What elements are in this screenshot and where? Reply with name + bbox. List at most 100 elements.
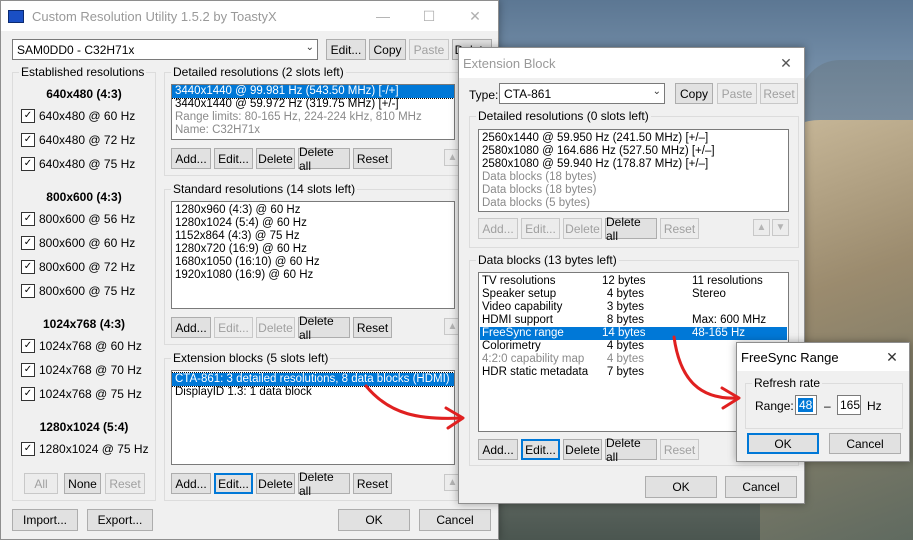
data-block-size: 7 bytes <box>606 366 644 378</box>
established-resolution-checkbox[interactable]: ✓ 800x600 @ 56 Hz <box>21 212 135 226</box>
ext-paste-button[interactable]: Paste <box>717 83 757 104</box>
ext-copy-button[interactable]: Copy <box>675 83 713 104</box>
list-item[interactable]: Data blocks (5 bytes) <box>479 197 788 210</box>
standard-reset-button[interactable]: Reset <box>353 317 392 338</box>
list-item[interactable]: 2580x1080 @ 59.940 Hz (178.87 MHz) [+/–] <box>479 158 788 171</box>
list-item[interactable]: Range limits: 80-165 Hz, 224-224 kHz, 81… <box>172 111 454 124</box>
ext-detailed-add-button[interactable]: Add... <box>478 218 518 239</box>
main-ok-button[interactable]: OK <box>338 509 410 531</box>
ext-cancel-button[interactable]: Cancel <box>725 476 797 498</box>
extension-blocks-list[interactable]: CTA-861: 3 detailed resolutions, 8 data … <box>171 370 455 465</box>
close-button[interactable]: ✕ <box>452 1 498 31</box>
established-all-button[interactable]: All <box>24 473 58 494</box>
detailed-delete-button[interactable]: Delete <box>256 148 295 169</box>
established-resolution-checkbox[interactable]: ✓ 640x480 @ 60 Hz <box>21 109 135 123</box>
list-item[interactable]: Data blocks (18 bytes) <box>479 184 788 197</box>
standard-delete-button[interactable]: Delete <box>256 317 295 338</box>
list-item[interactable]: Data blocks (18 bytes) <box>479 171 788 184</box>
freesync-dialog-title: FreeSync Range <box>741 349 839 365</box>
established-resolution-checkbox[interactable]: ✓ 1280x1024 @ 75 Hz <box>21 442 149 456</box>
freesync-ok-button[interactable]: OK <box>747 433 819 454</box>
maximize-button[interactable]: ☐ <box>406 1 452 31</box>
list-item[interactable]: 3440x1440 @ 99.981 Hz (543.50 MHz) [-/+] <box>172 85 454 99</box>
range-max-input[interactable]: 165 <box>837 395 861 415</box>
ext-detailed-reset-button[interactable]: Reset <box>660 218 699 239</box>
monitor-select[interactable]: SAM0DD0 - C32H71x ⌄ <box>12 39 318 60</box>
data-block-row[interactable]: FreeSync range 14 bytes 48-165 Hz <box>482 327 782 340</box>
extension-reset-button[interactable]: Reset <box>353 473 392 494</box>
close-button[interactable]: ✕ <box>875 343 909 371</box>
established-reset-button[interactable]: Reset <box>105 473 145 494</box>
detailed-add-button[interactable]: Add... <box>171 148 211 169</box>
list-item[interactable]: 1152x864 (4:3) @ 75 Hz <box>172 230 454 243</box>
standard-add-button[interactable]: Add... <box>171 317 211 338</box>
established-resolution-checkbox[interactable]: ✓ 800x600 @ 75 Hz <box>21 284 135 298</box>
established-group-heading: 1024x768 (4:3) <box>42 317 126 331</box>
list-item[interactable]: 1280x720 (16:9) @ 60 Hz <box>172 243 454 256</box>
range-label: Range: <box>755 399 794 413</box>
ext-ok-button[interactable]: OK <box>645 476 717 498</box>
monitor-copy-button[interactable]: Copy <box>369 39 406 60</box>
detailed-delete-all-button[interactable]: Delete all <box>298 145 350 173</box>
list-item[interactable]: 2560x1440 @ 59.950 Hz (241.50 MHz) [+/–] <box>479 132 788 145</box>
established-resolution-checkbox[interactable]: ✓ 800x600 @ 72 Hz <box>21 260 135 274</box>
standard-edit-button[interactable]: Edit... <box>214 317 253 338</box>
extension-edit-button[interactable]: Edit... <box>214 473 253 494</box>
standard-resolutions-list[interactable]: 1280x960 (4:3) @ 60 Hz 1280x1024 (5:4) @… <box>171 201 455 309</box>
list-item[interactable]: 3440x1440 @ 59.972 Hz (319.75 MHz) [+/-] <box>172 98 454 111</box>
data-block-name: FreeSync range <box>482 327 564 339</box>
extension-add-button[interactable]: Add... <box>171 473 211 494</box>
data-block-add-button[interactable]: Add... <box>478 439 518 460</box>
list-item[interactable]: 1920x1080 (16:9) @ 60 Hz <box>172 269 454 282</box>
type-select[interactable]: CTA-861 ⌄ <box>499 83 665 104</box>
move-up-icon[interactable]: ▲ <box>753 219 770 236</box>
ext-detailed-list[interactable]: 2560x1440 @ 59.950 Hz (241.50 MHz) [+/–]… <box>478 129 789 212</box>
detailed-reset-button[interactable]: Reset <box>353 148 392 169</box>
main-cancel-button[interactable]: Cancel <box>419 509 491 531</box>
minimize-button[interactable]: — <box>360 1 406 31</box>
established-resolution-checkbox[interactable]: ✓ 640x480 @ 72 Hz <box>21 133 135 147</box>
established-none-button[interactable]: None <box>64 473 101 494</box>
established-resolution-checkbox[interactable]: ✓ 1024x768 @ 70 Hz <box>21 363 142 377</box>
export-button[interactable]: Export... <box>87 509 153 531</box>
data-block-reset-button[interactable]: Reset <box>660 439 699 460</box>
established-resolution-checkbox[interactable]: ✓ 800x600 @ 60 Hz <box>21 236 135 250</box>
detailed-edit-button[interactable]: Edit... <box>214 148 253 169</box>
data-block-row[interactable]: Video capability 3 bytes <box>482 301 782 314</box>
extension-delete-all-button[interactable]: Delete all <box>298 470 350 498</box>
ext-detailed-delete-all-button[interactable]: Delete all <box>605 215 657 243</box>
monitor-edit-button[interactable]: Edit... <box>326 39 366 60</box>
extension-delete-button[interactable]: Delete <box>256 473 295 494</box>
list-item[interactable]: 1280x1024 (5:4) @ 60 Hz <box>172 217 454 230</box>
detailed-resolutions-list[interactable]: 3440x1440 @ 99.981 Hz (543.50 MHz) [-/+]… <box>171 84 455 140</box>
list-item[interactable]: Name: C32H71x <box>172 124 454 137</box>
data-block-info: Max: 600 MHz <box>692 314 767 326</box>
list-item[interactable]: 1680x1050 (16:10) @ 60 Hz <box>172 256 454 269</box>
data-block-row[interactable]: Speaker setup 4 bytes Stereo <box>482 288 782 301</box>
established-resolution-checkbox[interactable]: ✓ 1024x768 @ 75 Hz <box>21 387 142 401</box>
standard-delete-all-button[interactable]: Delete all <box>298 314 350 342</box>
data-block-delete-button[interactable]: Delete <box>563 439 602 460</box>
list-item[interactable]: DisplayID 1.3: 1 data block <box>172 386 454 399</box>
ext-detailed-label: Detailed resolutions (0 slots left) <box>476 109 651 123</box>
monitor-paste-button[interactable]: Paste <box>409 39 449 60</box>
list-item[interactable]: CTA-861: 3 detailed resolutions, 8 data … <box>172 372 454 387</box>
established-resolution-checkbox[interactable]: ✓ 1024x768 @ 60 Hz <box>21 339 142 353</box>
established-resolution-checkbox[interactable]: ✓ 640x480 @ 75 Hz <box>21 157 135 171</box>
close-button[interactable]: ✕ <box>769 48 803 78</box>
move-down-icon[interactable]: ▼ <box>772 219 789 236</box>
ext-detailed-edit-button[interactable]: Edit... <box>521 218 560 239</box>
ext-reset-button[interactable]: Reset <box>760 83 798 104</box>
established-resolution-label: 800x600 @ 72 Hz <box>39 260 136 274</box>
data-block-row[interactable]: TV resolutions 12 bytes 11 resolutions <box>482 275 782 288</box>
freesync-cancel-button[interactable]: Cancel <box>829 433 901 454</box>
data-block-row[interactable]: HDMI support 8 bytes Max: 600 MHz <box>482 314 782 327</box>
ext-detailed-delete-button[interactable]: Delete <box>563 218 602 239</box>
list-item[interactable]: 2580x1080 @ 164.686 Hz (527.50 MHz) [+/–… <box>479 145 788 158</box>
data-block-delete-all-button[interactable]: Delete all <box>605 436 657 464</box>
chevron-down-icon: ⌄ <box>305 42 314 53</box>
import-button[interactable]: Import... <box>12 509 78 531</box>
list-item[interactable]: 1280x960 (4:3) @ 60 Hz <box>172 204 454 217</box>
range-min-input[interactable]: 48 <box>795 395 817 415</box>
data-block-edit-button[interactable]: Edit... <box>521 439 560 460</box>
